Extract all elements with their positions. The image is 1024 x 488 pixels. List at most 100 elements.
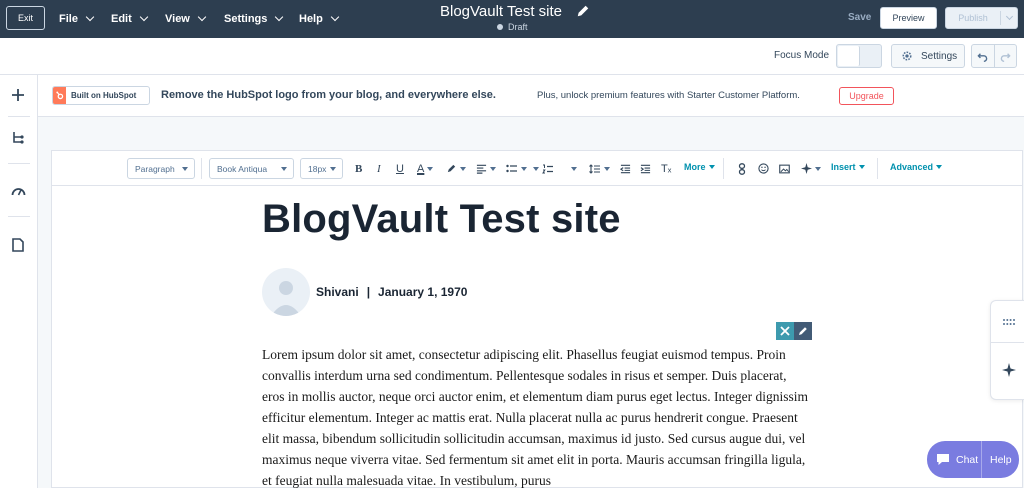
rail-divider [8,216,30,217]
list-options-caret-icon[interactable] [568,161,577,176]
advanced-dropdown[interactable]: Advanced [890,162,943,172]
rail-divider [8,116,30,117]
panel-divider [991,342,1024,343]
document-status: Draft [497,22,528,32]
chat-bubble-icon [937,454,949,465]
paragraph-select[interactable]: Paragraph [127,158,195,179]
undo-button[interactable] [972,45,995,67]
left-rail [0,75,38,488]
link-icon[interactable] [738,161,746,176]
help-button[interactable]: Help [982,454,1012,466]
preview-button[interactable]: Preview [880,7,937,29]
clear-formatting-icon[interactable]: Tₓ [661,161,671,176]
byline: Shivani | January 1, 1970 [316,285,467,299]
chevron-down-icon [139,12,149,22]
emoji-icon[interactable] [758,161,769,176]
publish-divider [1000,11,1001,25]
line-height-icon[interactable] [589,161,610,176]
insert-dropdown[interactable]: Insert [831,162,865,172]
gear-icon [902,51,912,61]
exit-button[interactable]: Exit [6,6,45,30]
pencil-icon[interactable] [576,4,590,18]
status-label: Draft [508,22,528,32]
numbered-list-icon[interactable] [542,161,554,176]
person-icon [271,281,301,316]
focus-mode-label: Focus Mode [774,50,830,61]
status-dot [497,24,503,30]
image-icon[interactable] [779,161,790,176]
banner-subtext: Plus, unlock premium features with Start… [537,90,800,101]
save-button[interactable]: Save [848,12,871,23]
font-size-select[interactable]: 18px [300,158,343,179]
settings-menu[interactable]: Settings [224,0,284,38]
help-menu-label: Help [299,13,323,25]
secondary-toolbar: Focus Mode Settings [0,38,1024,75]
focus-mode-toggle[interactable] [836,44,882,68]
toolbar-divider [723,158,724,179]
chevron-down-icon[interactable] [1005,12,1014,21]
file-menu-label: File [59,13,78,25]
page-icon[interactable] [9,236,27,254]
paragraph-select-value: Paragraph [135,163,175,174]
bold-icon[interactable]: B [355,161,362,176]
insert-label: Insert [831,162,856,172]
more-dropdown[interactable]: More [684,162,715,172]
chevron-down-icon [85,12,95,22]
settings-label: Settings [921,50,958,62]
more-label: More [684,162,706,172]
tree-icon[interactable] [9,129,27,147]
bulleted-list-icon[interactable] [506,161,527,176]
caret-down-icon [708,165,715,169]
font-select-value: Book Antiqua [217,163,268,174]
italic-icon[interactable]: I [377,161,381,176]
underline-icon[interactable]: U [396,161,404,176]
caret-down-icon [281,167,287,171]
help-menu[interactable]: Help [299,0,340,38]
publish-label: Publish [958,13,988,23]
highlight-icon[interactable] [446,161,466,176]
add-icon[interactable] [9,86,27,104]
redo-button[interactable] [995,45,1017,67]
edit-menu[interactable]: Edit [111,0,149,38]
right-floating-panel [990,300,1024,400]
module-edit-tools [776,322,812,340]
editor-canvas: Paragraph Book Antiqua 18px B I U A Tₓ M… [51,150,1023,488]
undo-redo-group [971,44,1017,68]
list-options-caret-icon[interactable] [530,161,539,176]
author-avatar [262,268,310,316]
post-body[interactable]: Lorem ipsum dolor sit amet, consectetur … [262,344,812,488]
toolbar-divider [877,158,878,179]
text-color-icon[interactable]: A [417,161,434,176]
chat-button[interactable]: Chat [927,453,981,466]
view-menu[interactable]: View [165,0,207,38]
drag-handle-icon[interactable] [1002,318,1016,326]
gauge-icon[interactable] [9,182,27,200]
caret-down-icon [330,167,336,171]
banner-headline: Remove the HubSpot logo from your blog, … [161,89,496,101]
chat-help-widget: Chat Help [927,441,1019,478]
font-select[interactable]: Book Antiqua [209,158,294,179]
document-title[interactable]: BlogVault Test site [440,3,562,20]
publish-button[interactable]: Publish [945,7,1018,29]
undo-icon [977,52,988,62]
rail-divider [8,163,30,164]
post-title[interactable]: BlogVault Test site [262,197,621,242]
cross-tools-icon[interactable] [776,322,794,340]
advanced-label: Advanced [890,162,934,172]
toggle-knob [838,46,860,66]
publish-date: January 1, 1970 [378,285,468,299]
settings-menu-label: Settings [224,13,268,25]
font-size-select-value: 18px [308,163,327,174]
file-menu[interactable]: File [59,0,95,38]
align-icon[interactable] [476,161,496,176]
sparkle-icon[interactable] [1002,363,1016,377]
upgrade-button[interactable]: Upgrade [839,87,894,105]
sparkle-icon[interactable] [801,161,821,176]
top-bar: Exit File Edit View Settings Help BlogVa… [0,0,1024,38]
author-name: Shivani [316,285,359,299]
pencil-icon[interactable] [794,322,812,340]
settings-button[interactable]: Settings [891,44,965,68]
indent-icon[interactable] [640,161,651,176]
outdent-icon[interactable] [620,161,631,176]
upgrade-banner: Built on HubSpot Remove the HubSpot logo… [38,75,1024,117]
